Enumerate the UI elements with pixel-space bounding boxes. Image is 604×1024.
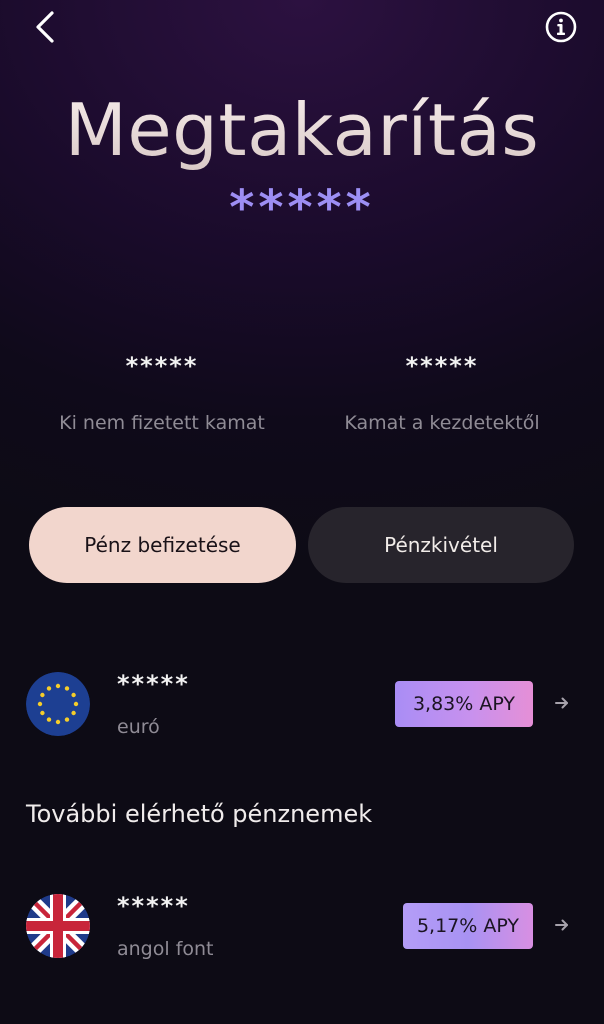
deposit-button[interactable]: Pénz befizetése [29,507,296,583]
total-balance: ***** [0,180,604,236]
uk-flag-icon [26,894,90,958]
account-row-eur[interactable]: ***** euró 3,83% APY [0,664,604,754]
account-row-gbp[interactable]: ***** angol font 5,17% APY [0,886,604,976]
account-amount: ***** [117,670,190,698]
arrow-right-icon [555,697,568,709]
withdraw-button[interactable]: Pénzkivétel [308,507,574,583]
chevron-left-icon [36,11,54,43]
unpaid-interest-value: ***** [125,352,199,380]
account-amount: ***** [117,892,190,920]
arrow-right-icon [555,919,568,931]
eu-flag-icon [26,672,90,736]
account-currency-name: euró [117,716,160,738]
total-interest-value: ***** [405,352,479,380]
top-bar [0,0,604,60]
unpaid-interest-label: Ki nem fizetett kamat [59,412,265,434]
info-button[interactable] [544,10,578,44]
unpaid-interest-stat: ***** Ki nem fizetett kamat [12,352,312,434]
info-icon [545,11,577,43]
page-title: Megtakarítás [0,88,604,172]
back-button[interactable] [28,10,62,44]
total-interest-stat: ***** Kamat a kezdetektől [292,352,592,434]
total-interest-label: Kamat a kezdetektől [344,412,540,434]
account-currency-name: angol font [117,938,214,960]
apy-badge: 5,17% APY [403,903,533,949]
apy-badge: 3,83% APY [395,681,533,727]
section-title-other-currencies: További elérhető pénznemek [26,800,373,828]
